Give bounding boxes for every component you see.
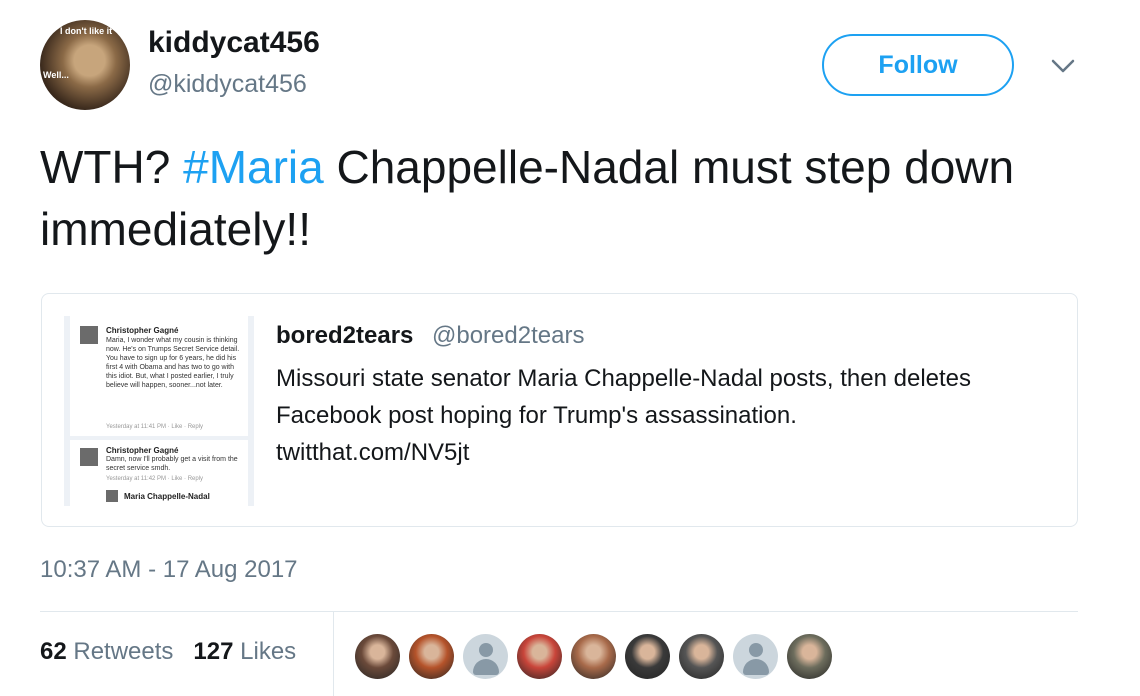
liker-avatar[interactable] [733,634,778,679]
fb-commenter-avatar [80,448,98,466]
likes-stat[interactable]: 127 Likes [193,638,296,666]
quoted-text-body: Missouri state senator Maria Chappelle-N… [276,365,972,429]
liker-avatar[interactable] [679,634,724,679]
follow-button[interactable]: Follow [822,34,1014,96]
author-avatar[interactable]: I don't like it Well... [40,20,130,110]
likes-count: 127 [193,638,234,665]
liker-avatars [355,634,832,679]
divider [40,611,1078,612]
stats-divider [333,612,334,696]
fb-comment-card: Christopher Gagné Maria, I wonder what m… [70,316,248,436]
quoted-author-handle: @bored2tears [432,322,585,349]
liker-avatar[interactable] [355,634,400,679]
hashtag-link[interactable]: #Maria [183,141,324,193]
fb-reply-avatar [106,490,118,502]
fb-comment-meta: Yesterday at 11:42 PM · Like · Reply [106,476,204,482]
tweet-stats: 62 Retweets 127 Likes [40,638,296,666]
quoted-link[interactable]: twitthat.com/NV5jt [276,434,1056,471]
fb-comment-text: Damn, now I'll probably get a visit from… [106,456,238,472]
liker-avatar[interactable] [787,634,832,679]
retweets-count: 62 [40,638,67,665]
quoted-author-name: bored2tears [276,322,414,349]
liker-avatar[interactable] [409,634,454,679]
liker-avatar[interactable] [625,634,670,679]
quoted-tweet-thumbnail[interactable]: Christopher Gagné Maria, I wonder what m… [64,316,254,506]
fb-commenter-name: Christopher Gagné [106,446,179,455]
fb-commenter-name: Christopher Gagné [106,326,179,335]
liker-avatar[interactable] [463,634,508,679]
chevron-down-icon[interactable] [1050,56,1076,76]
retweets-label: Retweets [73,638,174,665]
quoted-tweet-text: Missouri state senator Maria Chappelle-N… [276,360,1056,471]
avatar-caption-left: Well... [43,70,69,80]
author-display-name[interactable]: kiddycat456 [148,26,320,60]
tweet-text: WTH? #Maria Chappelle-Nadal must step do… [40,136,1080,260]
tweet-timestamp[interactable]: 10:37 AM - 17 Aug 2017 [40,556,298,584]
author-handle[interactable]: @kiddycat456 [148,70,307,99]
liker-avatar[interactable] [571,634,616,679]
liker-avatar[interactable] [517,634,562,679]
fb-comment-meta: Yesterday at 11:41 PM · Like · Reply [106,424,204,430]
tweet-text-before: WTH? [40,141,184,193]
likes-label: Likes [240,638,297,665]
fb-reply-name: Maria Chappelle-Nadal [124,492,210,501]
fb-commenter-avatar [80,326,98,344]
fb-comment-card: Christopher Gagné Damn, now I'll probabl… [70,440,248,506]
fb-comment-text: Maria, I wonder what my cousin is thinki… [106,337,240,389]
retweets-stat[interactable]: 62 Retweets [40,638,173,666]
avatar-caption-top: I don't like it [60,26,113,36]
